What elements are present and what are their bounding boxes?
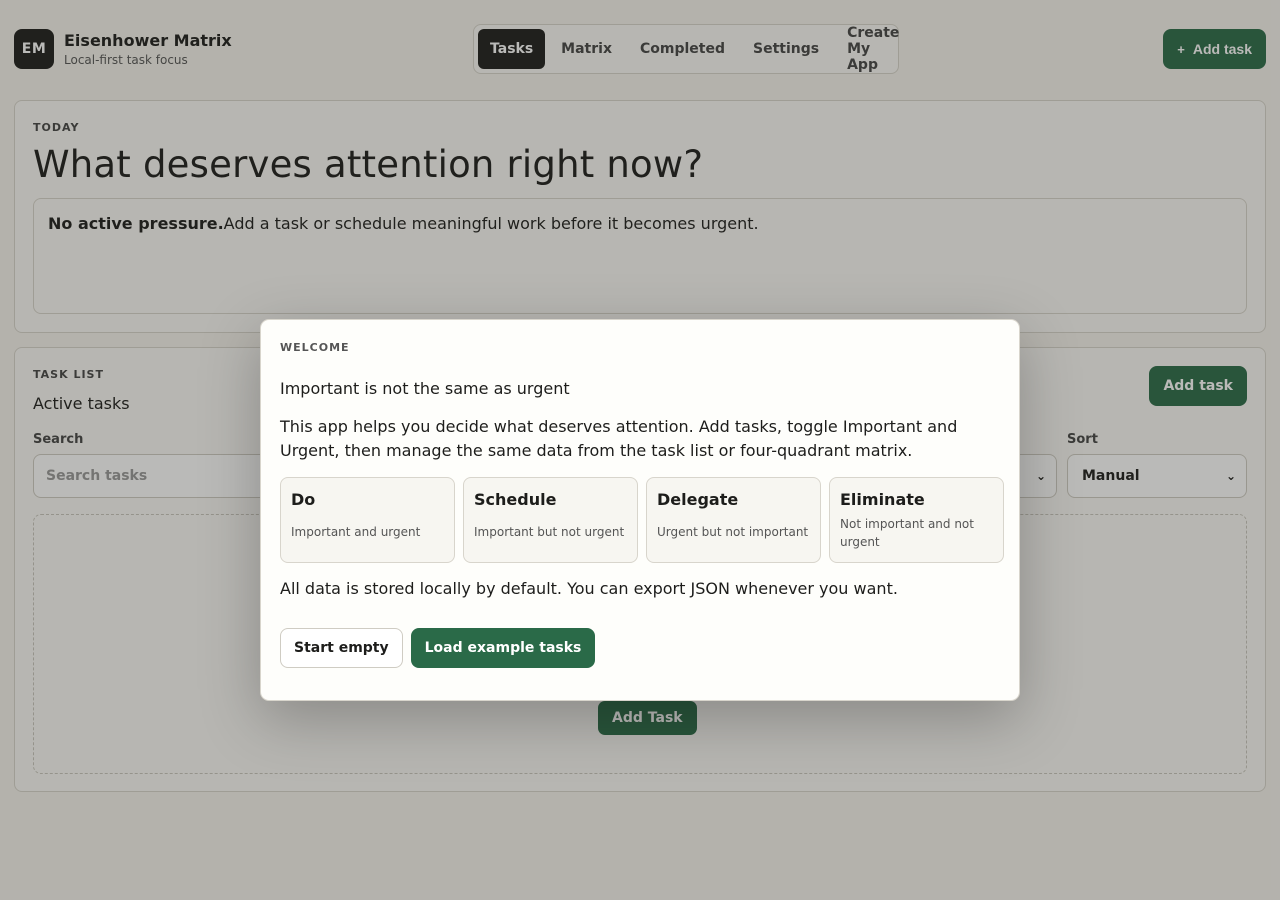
modal-description: This app helps you decide what deserves … xyxy=(280,417,958,460)
quadrant-schedule: Schedule Important but not urgent xyxy=(463,477,638,563)
welcome-modal: WELCOME Important is not the same as urg… xyxy=(260,319,1020,701)
load-example-tasks-button[interactable]: Load example tasks xyxy=(410,628,596,668)
quadrant-title: Do xyxy=(291,490,316,509)
modal-actions: Start empty Load example tasks xyxy=(280,628,596,668)
quadrant-title: Schedule xyxy=(474,490,557,509)
quadrant-title: Delegate xyxy=(657,490,739,509)
quadrant-eliminate: Eliminate Not important and not urgent xyxy=(829,477,1004,563)
modal-title: Important is not the same as urgent xyxy=(280,379,570,398)
quadrant-description: Not important and not urgent xyxy=(840,517,974,549)
quadrant-title: Eliminate xyxy=(840,490,925,509)
quadrant-delegate: Delegate Urgent but not important xyxy=(646,477,821,563)
modal-storage-note: All data is stored locally by default. Y… xyxy=(280,579,898,598)
app-page: EM Eisenhower Matrix Local-first task fo… xyxy=(0,0,1280,900)
quadrant-description: Important but not urgent xyxy=(474,525,625,539)
quadrant-do: Do Important and urgent xyxy=(280,477,455,563)
modal-eyebrow: WELCOME xyxy=(280,341,350,354)
quadrant-description: Urgent but not important xyxy=(657,525,809,539)
quadrant-description: Important and urgent xyxy=(291,525,421,539)
quadrant-list: Do Important and urgent Schedule Importa… xyxy=(280,477,1004,563)
start-empty-button[interactable]: Start empty xyxy=(280,628,403,668)
